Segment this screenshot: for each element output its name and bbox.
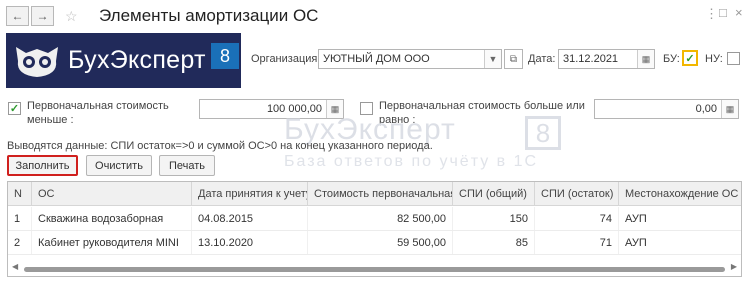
logo-text: БухЭксперт — [68, 46, 206, 74]
cost-more-value: 0,00 — [695, 103, 717, 115]
bu-label: БУ: — [663, 53, 680, 65]
cost-less-checkbox[interactable]: ✓ — [8, 102, 21, 115]
column-header-spi-rest[interactable]: СПИ (остаток) — [535, 182, 619, 205]
cost-less-label: Первоначальная стоимость меньше : — [27, 99, 169, 127]
arrow-right-icon: → — [36, 9, 49, 23]
chevron-down-icon[interactable]: ▼ — [484, 50, 501, 68]
cell-n: 1 — [8, 207, 32, 230]
cell-os: Скважина водозаборная — [32, 207, 192, 230]
bu-checkbox[interactable]: ✓ — [682, 50, 698, 66]
fill-button[interactable]: Заполнить — [7, 155, 78, 176]
table-row[interactable]: 2 Кабинет руководителя MINI 13.10.2020 5… — [8, 231, 741, 255]
cost-more-label-line1: Первоначальная стоимость больше или — [379, 100, 585, 112]
forward-button[interactable]: → — [31, 6, 54, 26]
column-header-n[interactable]: N — [8, 182, 32, 205]
cost-less-label-line1: Первоначальная стоимость — [27, 100, 169, 112]
nu-label: НУ: — [705, 53, 723, 65]
table-header: N ОС Дата принятия к учету Стоимость пер… — [8, 182, 741, 206]
date-value: 31.12.2021 — [563, 53, 619, 65]
watermark-subtitle: База ответов по учёту в 1С — [284, 153, 539, 170]
logo-badge: 8 — [211, 43, 239, 69]
watermark-badge: 8 — [525, 116, 561, 150]
calendar-icon[interactable]: ▦ — [637, 50, 654, 68]
date-label: Дата: — [528, 53, 556, 65]
open-org-button[interactable]: ⧉ — [504, 49, 523, 69]
org-field[interactable]: УЮТНЫЙ ДОМ ООО ▼ — [318, 49, 502, 69]
scrollbar-thumb[interactable] — [24, 267, 725, 272]
column-header-spi-total[interactable]: СПИ (общий) — [453, 182, 535, 205]
scroll-left-icon[interactable]: ◀ — [12, 262, 18, 271]
cell-spi-total: 150 — [453, 207, 535, 230]
cell-spi-rest: 74 — [535, 207, 619, 230]
back-button[interactable]: ← — [6, 6, 29, 26]
org-label: Организация: — [251, 53, 321, 65]
print-button[interactable]: Печать — [159, 155, 215, 176]
open-link-icon: ⧉ — [509, 53, 518, 65]
column-header-date[interactable]: Дата принятия к учету — [192, 182, 308, 205]
assets-table: N ОС Дата принятия к учету Стоимость пер… — [7, 181, 742, 277]
checkmark-icon: ✓ — [685, 52, 695, 65]
cell-date: 13.10.2020 — [192, 231, 308, 254]
cost-more-field[interactable]: 0,00 ▦ — [594, 99, 739, 119]
table-row[interactable]: 1 Скважина водозаборная 04.08.2015 82 50… — [8, 207, 741, 231]
star-icon[interactable]: ☆ — [65, 8, 78, 25]
checkmark-icon: ✓ — [9, 103, 20, 115]
cell-spi-rest: 71 — [535, 231, 619, 254]
column-header-location[interactable]: Местонахождение ОС — [619, 182, 741, 205]
info-text: Выводятся данные: СПИ остаток=>0 и суммо… — [7, 140, 433, 152]
close-icon[interactable]: × — [735, 5, 743, 20]
column-header-os[interactable]: ОС — [32, 182, 192, 205]
calculator-icon[interactable]: ▦ — [721, 100, 738, 118]
bukhexpert-logo: БухЭксперт 8 — [6, 33, 241, 88]
cell-cost: 82 500,00 — [308, 207, 453, 230]
cost-less-label-line2: меньше : — [27, 114, 74, 126]
arrow-left-icon: ← — [11, 9, 24, 23]
cell-n: 2 — [8, 231, 32, 254]
more-vertical-icon[interactable]: ⋮ — [705, 6, 718, 22]
cell-location: АУП — [625, 212, 647, 225]
horizontal-scrollbar[interactable]: ◀ ▶ — [12, 262, 737, 273]
cell-location: АУП — [625, 236, 647, 249]
cell-date: 04.08.2015 — [192, 207, 308, 230]
cell-os: Кабинет руководителя MINI — [32, 231, 192, 254]
owl-icon — [12, 41, 62, 81]
cell-cost: 59 500,00 — [308, 231, 453, 254]
nu-checkbox[interactable] — [727, 52, 740, 65]
scroll-right-icon[interactable]: ▶ — [731, 262, 737, 271]
cell-spi-total: 85 — [453, 231, 535, 254]
org-value: УЮТНЫЙ ДОМ ООО — [323, 53, 430, 65]
date-field[interactable]: 31.12.2021 ▦ — [558, 49, 655, 69]
column-header-cost[interactable]: Стоимость первоначальная — [308, 182, 453, 205]
page-title: Элементы амортизации ОС — [99, 6, 319, 25]
clear-button[interactable]: Очистить — [86, 155, 152, 176]
restore-window-icon[interactable]: □ — [719, 5, 727, 20]
